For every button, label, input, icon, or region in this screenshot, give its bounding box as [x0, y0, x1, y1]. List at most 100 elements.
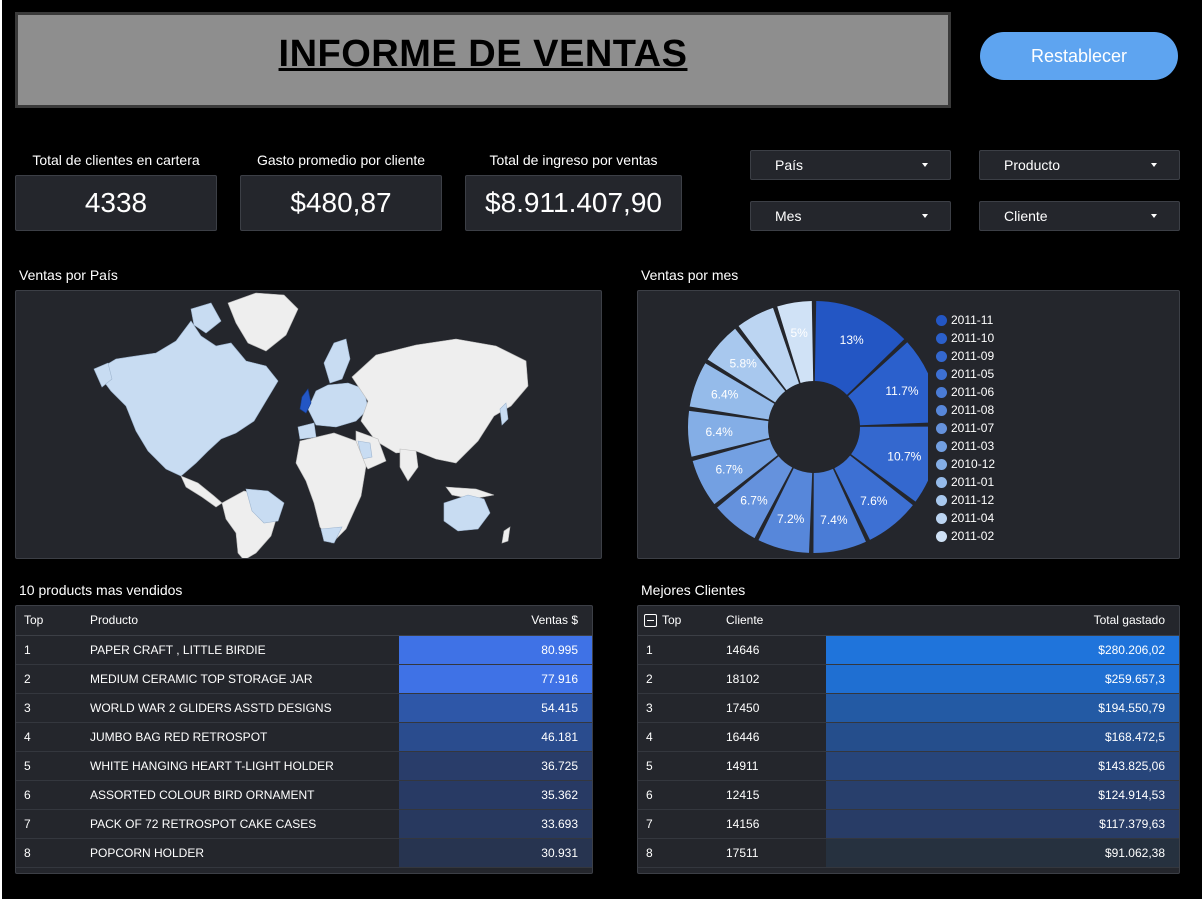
cell-sales: 77.916	[399, 664, 592, 694]
cell-top: 5	[638, 751, 726, 781]
cell-product: JUMBO BAG RED RETROSPOT	[90, 722, 399, 752]
products-table: Top Producto Ventas $ 1 PAPER CRAFT , LIT…	[16, 606, 592, 868]
legend-item[interactable]: 2011-11	[936, 311, 995, 329]
pie-slice-label: 6.7%	[740, 494, 768, 508]
cell-customer: 12415	[726, 780, 826, 810]
filter-product-dropdown[interactable]: Producto	[979, 150, 1180, 180]
cell-customer: 17450	[726, 693, 826, 723]
cell-top: 8	[638, 838, 726, 868]
legend-item[interactable]: 2011-01	[936, 473, 995, 491]
cell-product: PAPER CRAFT , LITTLE BIRDIE	[90, 635, 399, 665]
map-greenland	[227, 292, 299, 352]
cell-top: 3	[638, 693, 726, 723]
filter-country-dropdown[interactable]: País	[750, 150, 951, 180]
legend-swatch	[936, 368, 947, 380]
page-title: INFORME DE VENTAS	[278, 33, 688, 75]
legend-item[interactable]: 2011-06	[936, 383, 995, 401]
kpi-label-revenue: Total de ingreso por ventas	[489, 152, 658, 168]
cell-total: $91.062,38	[826, 838, 1179, 868]
table-row[interactable]: 4 JUMBO BAG RED RETROSPOT 46.181	[16, 722, 592, 752]
cell-sales: 33.693	[399, 809, 592, 839]
table-row[interactable]: 8 POPCORN HOLDER 30.931	[16, 838, 592, 868]
legend-item[interactable]: 2011-05	[936, 365, 995, 383]
col-header-sales[interactable]: Ventas $	[399, 606, 592, 636]
filter-customer-dropdown[interactable]: Cliente	[979, 201, 1180, 231]
legend-label: 2011-04	[951, 511, 995, 525]
legend-label: 2011-07	[951, 421, 995, 435]
table-row[interactable]: 3 WORLD WAR 2 GLIDERS ASSTD DESIGNS 54.415	[16, 693, 592, 723]
legend-item[interactable]: 2010-12	[936, 455, 995, 473]
legend-swatch	[936, 494, 947, 506]
pie-slice-label: 11.7%	[885, 384, 918, 398]
cell-top: 1	[16, 635, 90, 665]
filter-customer-label: Cliente	[1004, 208, 1048, 224]
col-header-top[interactable]: Top	[16, 606, 90, 636]
pie-legend: 2011-11 2011-10 2011-09 2011-05 2011-06 2011-…	[936, 311, 995, 545]
legend-label: 2011-01	[951, 475, 995, 489]
table-row[interactable]: 1 14646 $280.206,02	[638, 635, 1179, 665]
legend-swatch	[936, 404, 947, 416]
cell-customer: 14156	[726, 809, 826, 839]
legend-item[interactable]: 2011-09	[936, 347, 995, 365]
pie-slice-label: 5.8%	[730, 357, 758, 371]
filter-month-label: Mes	[775, 208, 802, 224]
col-header-top[interactable]: Top	[638, 606, 726, 636]
geo-map-panel[interactable]	[15, 290, 602, 559]
cell-product: MEDIUM CERAMIC TOP STORAGE JAR	[90, 664, 399, 694]
table-row[interactable]: 5 14911 $143.825,06	[638, 751, 1179, 781]
table-row[interactable]: 5 WHITE HANGING HEART T-LIGHT HOLDER 36.72…	[16, 751, 592, 781]
table-row[interactable]: 8 17511 $91.062,38	[638, 838, 1179, 868]
legend-swatch	[936, 512, 947, 524]
legend-item[interactable]: 2011-03	[936, 437, 995, 455]
kpi-label-avg-spend: Gasto promedio por cliente	[256, 152, 426, 168]
col-header-customer[interactable]: Cliente	[726, 606, 826, 636]
legend-item[interactable]: 2011-04	[936, 509, 995, 527]
table-row[interactable]: 2 MEDIUM CERAMIC TOP STORAGE JAR 77.916	[16, 664, 592, 694]
table-row[interactable]: 1 PAPER CRAFT , LITTLE BIRDIE 80.995	[16, 635, 592, 665]
col-header-total[interactable]: Total gastado	[826, 606, 1179, 636]
kpi-value-revenue: $8.911.407,90	[465, 175, 682, 231]
cell-customer: 14646	[726, 635, 826, 665]
title-banner: INFORME DE VENTAS	[15, 12, 951, 108]
pie-chart-panel[interactable]: 13% 11.7% 10.7% 7.6% 7.4% 7.2% 6.7% 6.7% 6.4% 6.4…	[637, 290, 1180, 559]
col-header-product[interactable]: Producto	[90, 606, 399, 636]
legend-item[interactable]: 2011-12	[936, 491, 995, 509]
pie-slice-label: 7.6%	[860, 494, 888, 508]
caret-down-icon	[1151, 163, 1157, 167]
collapse-icon[interactable]	[644, 614, 657, 628]
pie-slice-label: 7.4%	[820, 513, 848, 527]
legend-item[interactable]: 2011-02	[936, 527, 995, 545]
pie-slice-label: 5%	[790, 326, 808, 340]
legend-item[interactable]: 2011-10	[936, 329, 995, 347]
map-europe	[307, 382, 369, 428]
map-new-zealand	[501, 526, 511, 544]
cell-total: $143.825,06	[826, 751, 1179, 781]
legend-label: 2011-08	[951, 403, 995, 417]
pie-slice-label: 13%	[840, 333, 864, 347]
customers-table-panel: Top Cliente Total gastado 1 14646 $280.206…	[637, 605, 1180, 874]
table-row[interactable]: 6 ASSORTED COLOUR BIRD ORNAMENT 35.362	[16, 780, 592, 810]
cell-top: 3	[16, 693, 90, 723]
map-india	[399, 448, 419, 482]
cell-top: 7	[16, 809, 90, 839]
kpi-value-avg-spend: $480,87	[240, 175, 442, 231]
caret-down-icon	[922, 163, 928, 167]
table-row[interactable]: 4 16446 $168.472,5	[638, 722, 1179, 752]
legend-item[interactable]: 2011-07	[936, 419, 995, 437]
legend-item[interactable]: 2011-08	[936, 401, 995, 419]
reset-button[interactable]: Restablecer	[980, 32, 1178, 80]
map-iberia	[297, 422, 317, 440]
table-row[interactable]: 3 17450 $194.550,79	[638, 693, 1179, 723]
table-header-row: Top Producto Ventas $	[16, 606, 592, 636]
products-table-panel: Top Producto Ventas $ 1 PAPER CRAFT , LIT…	[15, 605, 593, 874]
cell-sales: 80.995	[399, 635, 592, 665]
col-header-top-label: Top	[662, 613, 682, 628]
table-row[interactable]: 7 14156 $117.379,63	[638, 809, 1179, 839]
table-row[interactable]: 6 12415 $124.914,53	[638, 780, 1179, 810]
filter-month-dropdown[interactable]: Mes	[750, 201, 951, 231]
table-row[interactable]: 2 18102 $259.657,3	[638, 664, 1179, 694]
cell-sales: 46.181	[399, 722, 592, 752]
pie-slice-label: 7.2%	[777, 512, 805, 526]
table-row[interactable]: 7 PACK OF 72 RETROSPOT CAKE CASES 33.693	[16, 809, 592, 839]
cell-customer: 16446	[726, 722, 826, 752]
